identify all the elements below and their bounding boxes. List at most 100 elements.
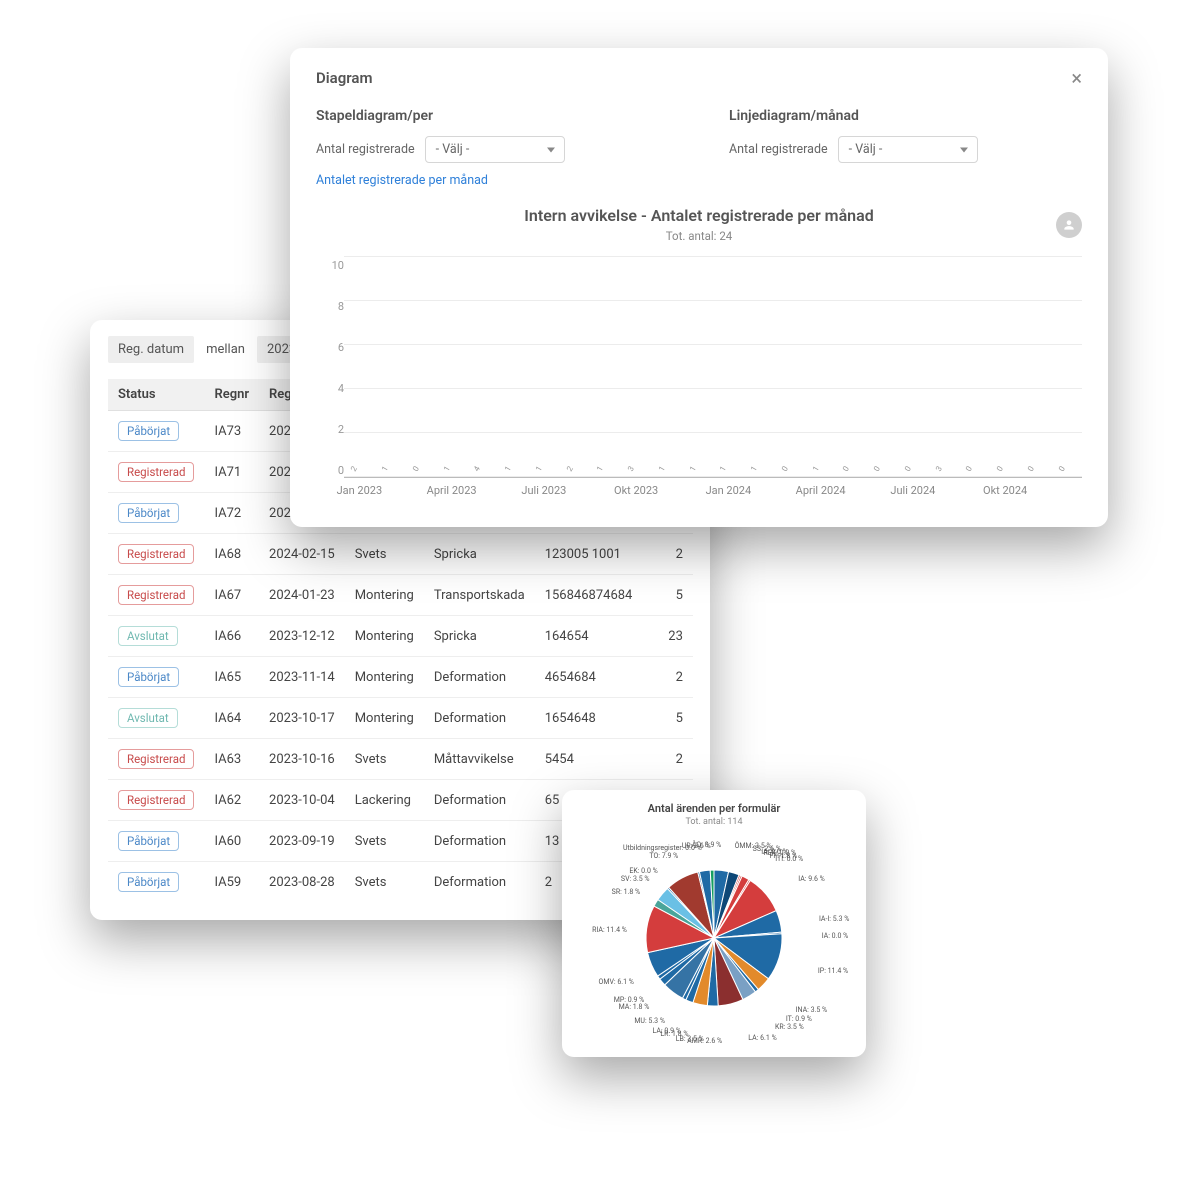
- status-badge: Påbörjat: [118, 831, 179, 851]
- table-cell: IA59: [204, 862, 259, 903]
- x-tick-label: April 2023: [427, 484, 477, 497]
- table-cell: Deformation: [424, 780, 535, 821]
- chart-title: Intern avvikelse - Antalet registrerade …: [342, 206, 1056, 225]
- pie-label: MU: 5.3 %: [634, 1017, 665, 1025]
- bar-value-label: 1: [380, 465, 390, 473]
- table-cell: 123005 1001: [535, 534, 643, 575]
- status-badge: Påbörjat: [118, 872, 179, 892]
- x-tick-label: Juli 2023: [521, 484, 566, 497]
- bar-value-label: 2: [565, 465, 575, 473]
- bar-value-label: 1: [749, 465, 759, 473]
- pie-label: ITI: 0.0 %: [775, 855, 803, 863]
- status-badge: Avslutat: [118, 708, 178, 728]
- filter-field[interactable]: Reg. datum: [108, 336, 194, 363]
- table-cell: Måttavvikelse: [424, 739, 535, 780]
- table-cell: Svets: [345, 534, 424, 575]
- bar-value-label: 1: [503, 465, 513, 473]
- table-cell: IA60: [204, 821, 259, 862]
- table-cell: 2: [642, 739, 693, 780]
- chart-preset-link[interactable]: Antalet registrerade per månad: [316, 173, 488, 188]
- pie-label: MP: 0.9 %: [614, 996, 645, 1004]
- close-icon[interactable]: ×: [1071, 68, 1082, 88]
- bar-value-label: 1: [534, 465, 544, 473]
- table-cell: Avslutat: [108, 616, 204, 657]
- table-cell: Svets: [345, 821, 424, 862]
- table-cell: Svets: [345, 739, 424, 780]
- table-row[interactable]: RegistreradIA632023-10-16SvetsMåttavvike…: [108, 739, 693, 780]
- pie-label: IA-I: 5.3 %: [819, 915, 849, 923]
- bar-value-label: 4: [472, 465, 482, 473]
- bar-dd-label: Antal registrerade: [316, 142, 415, 157]
- bar-value-label: 0: [1057, 465, 1067, 473]
- table-cell: 2023-12-12: [259, 616, 345, 657]
- table-header[interactable]: Regnr: [204, 379, 259, 411]
- bar-value-label: 2: [349, 465, 359, 473]
- status-badge: Registrerad: [118, 790, 194, 810]
- user-icon[interactable]: [1056, 212, 1082, 238]
- pie-label: TO: 7.9 %: [649, 852, 678, 860]
- pie-chart: [639, 863, 789, 1013]
- table-cell: 2: [642, 657, 693, 698]
- filter-op: mellan: [202, 336, 249, 363]
- line-dd-select[interactable]: - Välj -: [838, 136, 978, 163]
- pie-title: Antal ärenden per formulär: [572, 802, 856, 815]
- pie-label: LA: 6.1 %: [748, 1034, 776, 1042]
- bar-value-label: 1: [442, 465, 452, 473]
- table-cell: Spricka: [424, 616, 535, 657]
- x-tick-label: April 2024: [796, 484, 846, 497]
- table-row[interactable]: PåbörjatIA652023-11-14MonteringDeformati…: [108, 657, 693, 698]
- pie-card: Antal ärenden per formulär Tot. antal: 1…: [562, 790, 866, 1057]
- table-cell: Svets: [345, 862, 424, 903]
- bar-value-label: 3: [934, 465, 944, 473]
- status-badge: Påbörjat: [118, 421, 179, 441]
- table-cell: IA64: [204, 698, 259, 739]
- pie-label: LA: 0.9 %: [653, 1027, 681, 1035]
- status-badge: Påbörjat: [118, 667, 179, 687]
- table-cell: 156846874684: [535, 575, 643, 616]
- bar-value-label: 1: [718, 465, 728, 473]
- table-cell: 5: [642, 698, 693, 739]
- bar-value-label: 1: [657, 465, 667, 473]
- table-row[interactable]: AvslutatIA642023-10-17MonteringDeformati…: [108, 698, 693, 739]
- table-cell: IA67: [204, 575, 259, 616]
- table-row[interactable]: AvslutatIA662023-12-12MonteringSpricka16…: [108, 616, 693, 657]
- table-cell: Spricka: [424, 534, 535, 575]
- table-header[interactable]: Status: [108, 379, 204, 411]
- table-cell: Påbörjat: [108, 493, 204, 534]
- table-cell: Påbörjat: [108, 657, 204, 698]
- table-cell: IA65: [204, 657, 259, 698]
- table-cell: Registrerad: [108, 780, 204, 821]
- table-cell: 2023-10-04: [259, 780, 345, 821]
- table-cell: Registrerad: [108, 575, 204, 616]
- bar-dd-select[interactable]: - Välj -: [425, 136, 565, 163]
- table-cell: IA71: [204, 452, 259, 493]
- table-cell: Deformation: [424, 862, 535, 903]
- bar-value-label: 1: [595, 465, 605, 473]
- table-cell: Deformation: [424, 698, 535, 739]
- table-cell: Transportskada: [424, 575, 535, 616]
- chart-subtitle: Tot. antal: 24: [342, 229, 1056, 243]
- table-cell: Avslutat: [108, 698, 204, 739]
- bar-value-label: 0: [872, 465, 882, 473]
- table-row[interactable]: RegistreradIA672024-01-23MonteringTransp…: [108, 575, 693, 616]
- table-cell: 2023-10-16: [259, 739, 345, 780]
- table-cell: Montering: [345, 575, 424, 616]
- bar-value-label: 0: [903, 465, 913, 473]
- table-row[interactable]: RegistreradIA682024-02-15SvetsSpricka123…: [108, 534, 693, 575]
- pie-label: KR: 3.5 %: [775, 1023, 804, 1031]
- bar-value-label: 1: [688, 465, 698, 473]
- status-badge: Registrerad: [118, 585, 194, 605]
- x-tick-label: Jan 2023: [337, 484, 383, 497]
- bar-group-heading: Stapeldiagram/per: [316, 108, 669, 124]
- bar-value-label: 0: [841, 465, 851, 473]
- pie-label: IA: 0.0 %: [822, 932, 849, 940]
- table-cell: 164654: [535, 616, 643, 657]
- status-badge: Registrerad: [118, 462, 194, 482]
- table-cell: 23: [642, 616, 693, 657]
- bar-value-label: 0: [1026, 465, 1036, 473]
- line-group-heading: Linjediagram/månad: [729, 108, 1082, 124]
- pie-label: EK: 0.0 %: [629, 867, 657, 875]
- table-cell: 1654648: [535, 698, 643, 739]
- table-cell: Montering: [345, 616, 424, 657]
- table-cell: IA72: [204, 493, 259, 534]
